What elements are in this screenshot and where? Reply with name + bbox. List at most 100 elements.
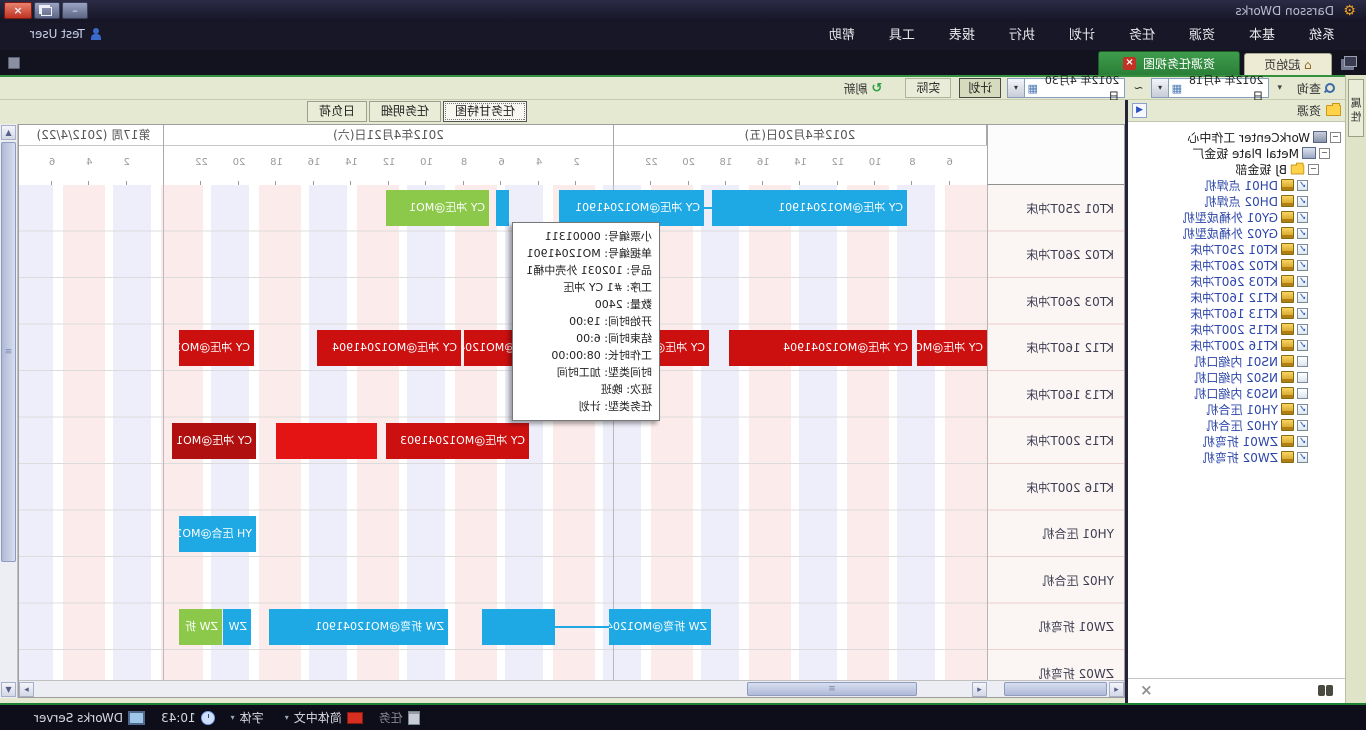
task-bar[interactable]: CY 冲压@MO1 — [172, 423, 256, 459]
tree-item[interactable]: −Metal Plate 钣金厂 — [1128, 145, 1345, 161]
menu-item[interactable]: 报表 — [932, 22, 992, 50]
clear-filter-icon[interactable]: × — [1140, 681, 1153, 699]
menu-item[interactable]: 帮助 — [812, 22, 872, 50]
task-bar[interactable]: CY 冲压@MO1 — [179, 330, 254, 366]
tree-checkbox[interactable]: ✓ — [1297, 212, 1308, 223]
task-bar[interactable] — [482, 609, 555, 645]
tree-item[interactable]: ✓KT15 200T冲床 — [1128, 321, 1345, 337]
tree-checkbox[interactable]: ✓ — [1297, 420, 1308, 431]
menu-item[interactable]: 系统 — [1292, 22, 1352, 50]
status-item[interactable]: 字体▾ — [231, 709, 269, 726]
resource-column-scrollbar[interactable]: ◂ — [987, 680, 1124, 697]
tree-item[interactable]: −BJ 钣金部 — [1128, 161, 1345, 177]
tree-checkbox[interactable]: ✓ — [1297, 308, 1308, 319]
tree-checkbox[interactable]: ✓ — [1297, 260, 1308, 271]
menu-item[interactable]: 资源 — [1172, 22, 1232, 50]
tree-checkbox[interactable]: ✓ — [1297, 180, 1308, 191]
tree-checkbox[interactable]: ✓ — [1297, 244, 1308, 255]
date-from-picker[interactable]: 2012年 4月18日 ▦ ▾ — [1151, 78, 1269, 98]
task-bar[interactable]: CY 冲压@MO1 — [386, 190, 489, 226]
scroll-right-button[interactable]: ▸ — [19, 682, 34, 697]
menu-item[interactable]: 任务 — [1112, 22, 1172, 50]
task-bar[interactable]: ZW 折 — [179, 609, 222, 645]
task-bar[interactable]: CY 冲压@MO12041901 — [712, 190, 907, 226]
tree-item[interactable]: ✓KT13 160T冲床 — [1128, 305, 1345, 321]
tree-checkbox[interactable]: ✓ — [1297, 324, 1308, 335]
date-to-picker[interactable]: 2012年 4月30日 ▦ ▾ — [1007, 78, 1125, 98]
tree-item[interactable]: ✓YH01 压合机 — [1128, 401, 1345, 417]
tree-checkbox[interactable]: ✓ — [1297, 340, 1308, 351]
tree-expand-icon[interactable]: − — [1308, 164, 1319, 175]
task-bar[interactable] — [276, 423, 377, 459]
tree-item[interactable]: ✓ZW01 折弯机 — [1128, 433, 1345, 449]
tree-checkbox[interactable] — [1297, 372, 1308, 383]
tree-checkbox[interactable]: ✓ — [1297, 436, 1308, 447]
tree-item[interactable]: ✓ZW02 折弯机 — [1128, 449, 1345, 465]
find-binoculars-icon[interactable] — [1326, 685, 1333, 696]
horizontal-scrollbar[interactable]: ◂ ▸ ≡ — [19, 680, 987, 697]
task-bar[interactable]: ZW 折弯@MO12041901 — [269, 609, 448, 645]
close-button[interactable]: × — [4, 2, 32, 19]
search-button[interactable]: 查询 — [1290, 79, 1342, 98]
tree-item[interactable]: NS03 内缩口机 — [1128, 385, 1345, 401]
tree-item[interactable]: ✓KT01 250T冲床 — [1128, 241, 1345, 257]
scroll-down-button[interactable]: ▼ — [1, 682, 16, 697]
tree-item[interactable]: ✓GY01 外桶成型机 — [1128, 209, 1345, 225]
search-dropdown-icon[interactable]: ▾ — [1275, 83, 1284, 93]
task-bar[interactable]: YH 压合@MO1 — [179, 516, 256, 552]
view-tab[interactable]: 任务明细 — [369, 101, 441, 122]
window-list-icon[interactable] — [1344, 56, 1357, 67]
tree-checkbox[interactable]: ✓ — [1297, 292, 1308, 303]
task-bar[interactable]: CY 冲压@MO12041904 — [317, 330, 461, 366]
scroll-thumb[interactable]: ≡ — [1, 142, 16, 562]
pin-icon[interactable] — [8, 57, 20, 69]
status-item[interactable]: 10:43 — [161, 711, 215, 725]
task-bar[interactable]: ZW 折弯@MO12041901 — [609, 609, 711, 645]
status-item[interactable]: DWorks Server — [34, 711, 145, 725]
task-bar[interactable]: CY 冲压@MO12041904 — [917, 330, 987, 366]
tree-checkbox[interactable] — [1297, 388, 1308, 399]
tree-checkbox[interactable]: ✓ — [1297, 452, 1308, 463]
collapsed-panel-tab[interactable]: 属性 — [1348, 79, 1364, 137]
menu-item[interactable]: 计划 — [1052, 22, 1112, 50]
tree-checkbox[interactable]: ✓ — [1297, 276, 1308, 287]
tree-checkbox[interactable] — [1297, 356, 1308, 367]
tree-checkbox[interactable]: ✓ — [1297, 404, 1308, 415]
task-bar[interactable]: CY 冲压@MO12041904 — [729, 330, 912, 366]
collapse-panel-button[interactable]: ◀ — [1132, 103, 1147, 118]
scroll-left-button[interactable]: ◂ — [1109, 682, 1124, 697]
tree-item[interactable]: NS01 内缩口机 — [1128, 353, 1345, 369]
tree-checkbox[interactable]: ✓ — [1297, 196, 1308, 207]
scroll-up-button[interactable]: ▲ — [1, 125, 16, 140]
menu-item[interactable]: 基本 — [1232, 22, 1292, 50]
tree-item[interactable]: ✓KT12 160T冲床 — [1128, 289, 1345, 305]
tree-checkbox[interactable]: ✓ — [1297, 228, 1308, 239]
chevron-down-icon[interactable]: ▾ — [1152, 79, 1168, 97]
tree-expand-icon[interactable]: − — [1319, 148, 1330, 159]
status-item[interactable]: 任务 — [379, 709, 420, 726]
tree-item[interactable]: ✓KT16 200T冲床 — [1128, 337, 1345, 353]
task-bar[interactable]: ZW — [223, 609, 251, 645]
vertical-scrollbar[interactable]: ▲ ▼ ≡ — [0, 124, 18, 698]
view-tab[interactable]: 任务甘特图 — [443, 101, 527, 122]
restore-button[interactable] — [34, 2, 60, 19]
scroll-thumb[interactable]: ≡ — [747, 682, 917, 696]
tree-item[interactable]: ✓KT02 260T冲床 — [1128, 257, 1345, 273]
tree-item[interactable]: ✓DH01 点焊机 — [1128, 177, 1345, 193]
tree-item[interactable]: NS02 内缩口机 — [1128, 369, 1345, 385]
plan-toggle-button[interactable]: 计划 — [959, 78, 1001, 98]
scroll-left-button[interactable]: ◂ — [972, 682, 987, 697]
panel-splitter[interactable] — [1125, 100, 1128, 703]
task-bar[interactable] — [496, 190, 509, 226]
menu-item[interactable]: 执行 — [992, 22, 1052, 50]
task-bar[interactable]: CY 冲压@MO12041901 — [559, 190, 704, 226]
tree-item[interactable]: −WorkCenter 工作中心 — [1128, 129, 1345, 145]
view-tab[interactable]: 日负荷 — [307, 101, 367, 122]
scroll-thumb[interactable] — [1004, 682, 1107, 696]
tree-expand-icon[interactable]: − — [1330, 132, 1341, 143]
menu-item[interactable]: 工具 — [872, 22, 932, 50]
task-bar[interactable]: CY 冲压@MO12041903 — [386, 423, 529, 459]
refresh-button[interactable]: ↻ 刷新 — [836, 79, 889, 98]
chevron-down-icon[interactable]: ▾ — [1008, 79, 1024, 97]
tree-item[interactable]: ✓YH02 压合机 — [1128, 417, 1345, 433]
